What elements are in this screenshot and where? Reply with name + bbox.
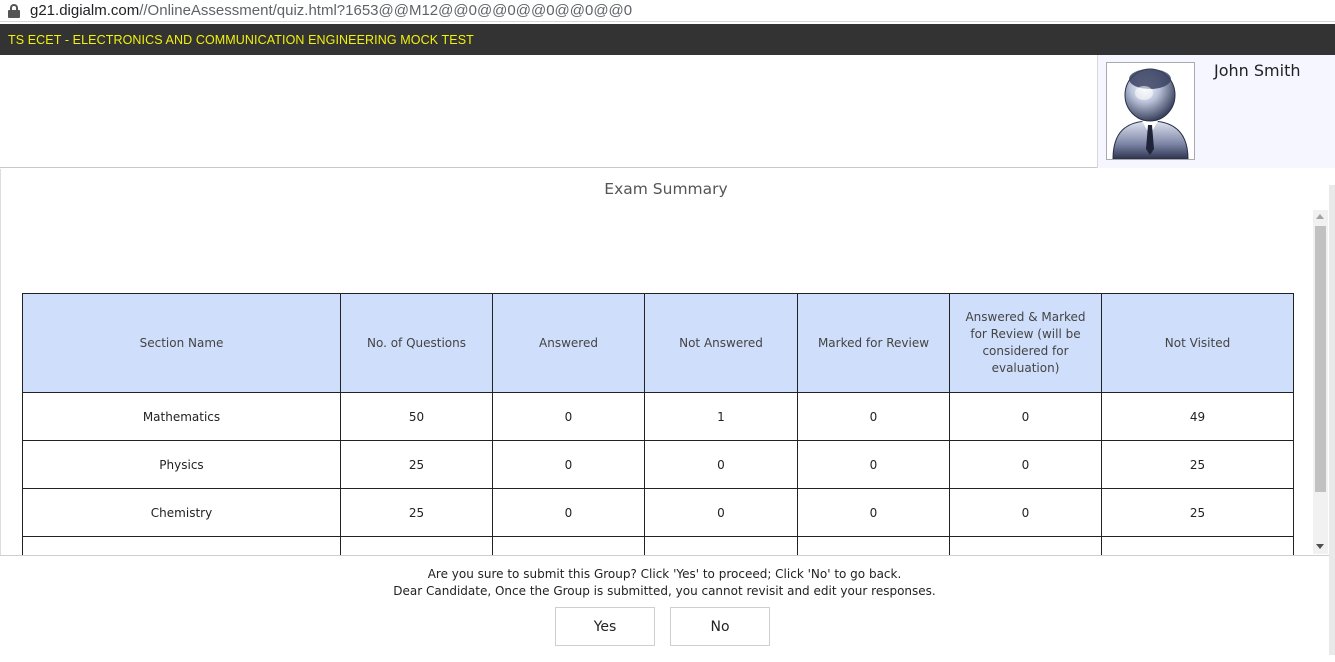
- col-marked-for-review: Marked for Review: [797, 293, 950, 393]
- cell-not-answered: 0: [644, 488, 798, 537]
- address-bar[interactable]: g21.digialm.com//OnlineAssessment/quiz.h…: [0, 0, 1335, 22]
- url-host: g21.digialm.com: [30, 2, 140, 19]
- col-not-answered: Not Answered: [644, 293, 798, 393]
- scroll-up-icon[interactable]: [1316, 214, 1324, 219]
- no-button[interactable]: No: [670, 607, 770, 646]
- submit-confirmation: Are you sure to submit this Group? Click…: [0, 555, 1329, 662]
- cell-answered: 0: [492, 392, 645, 441]
- col-not-visited: Not Visited: [1101, 293, 1294, 393]
- exam-name: TS ECET - ELECTRONICS AND COMMUNICATION …: [8, 32, 474, 47]
- cell-section: Physics: [22, 440, 341, 489]
- cell-marked: 0: [797, 488, 950, 537]
- cell-questions: 50: [340, 392, 493, 441]
- exam-title-bar: TS ECET - ELECTRONICS AND COMMUNICATION …: [0, 24, 1335, 55]
- scroll-down-icon[interactable]: [1316, 544, 1324, 549]
- cell-marked: 0: [797, 392, 950, 441]
- lock-icon: [8, 3, 20, 18]
- scrollbar-thumb[interactable]: [1315, 226, 1326, 492]
- warning-message: Dear Candidate, Once the Group is submit…: [393, 584, 936, 598]
- user-avatar-icon: [1106, 62, 1195, 160]
- yes-button[interactable]: Yes: [555, 607, 655, 646]
- table-row: [22, 536, 1294, 555]
- cell-answered-marked: 0: [949, 392, 1102, 441]
- cell-not-answered: 1: [644, 392, 798, 441]
- col-answered: Answered: [492, 293, 645, 393]
- exam-summary-panel: Exam Summary Section Name No. of Questio…: [0, 169, 1335, 555]
- cell-not-visited: 49: [1101, 392, 1294, 441]
- cell-not-visited: 25: [1101, 488, 1294, 537]
- table-header-row: Section Name No. of Questions Answered N…: [22, 293, 1294, 393]
- cell-questions: 25: [340, 440, 493, 489]
- summary-scrollbar[interactable]: [1313, 210, 1328, 554]
- exam-summary-title: Exam Summary: [604, 180, 728, 198]
- cell-not-visited: 25: [1101, 440, 1294, 489]
- cell-answered: 0: [492, 440, 645, 489]
- cell-section: Chemistry: [22, 488, 341, 537]
- candidate-name: John Smith: [1214, 61, 1301, 80]
- url-path: //OnlineAssessment/quiz.html?1653@@M12@@…: [139, 2, 633, 19]
- cell-section: Mathematics: [22, 392, 341, 441]
- table-row: Physics 25 0 0 0 0 25: [22, 440, 1294, 489]
- cell-answered: 0: [492, 488, 645, 537]
- cell-answered-marked: 0: [949, 488, 1102, 537]
- page-scrollbar[interactable]: [1329, 185, 1335, 655]
- col-section-name: Section Name: [22, 293, 341, 393]
- cell-marked: 0: [797, 440, 950, 489]
- cell-not-answered: 0: [644, 440, 798, 489]
- col-no-of-questions: No. of Questions: [340, 293, 493, 393]
- table-row: Chemistry 25 0 0 0 0 25: [22, 488, 1294, 537]
- candidate-panel: John Smith: [1097, 55, 1335, 168]
- url-text[interactable]: g21.digialm.com//OnlineAssessment/quiz.h…: [30, 2, 632, 19]
- col-answered-marked: Answered & Marked for Review (will be co…: [949, 293, 1102, 393]
- cell-questions: 25: [340, 488, 493, 537]
- header: John Smith: [0, 55, 1335, 168]
- confirm-message: Are you sure to submit this Group? Click…: [427, 567, 902, 581]
- table-row: Mathematics 50 0 1 0 0 49: [22, 392, 1294, 441]
- cell-answered-marked: 0: [949, 440, 1102, 489]
- exam-summary-table: Section Name No. of Questions Answered N…: [22, 293, 1294, 555]
